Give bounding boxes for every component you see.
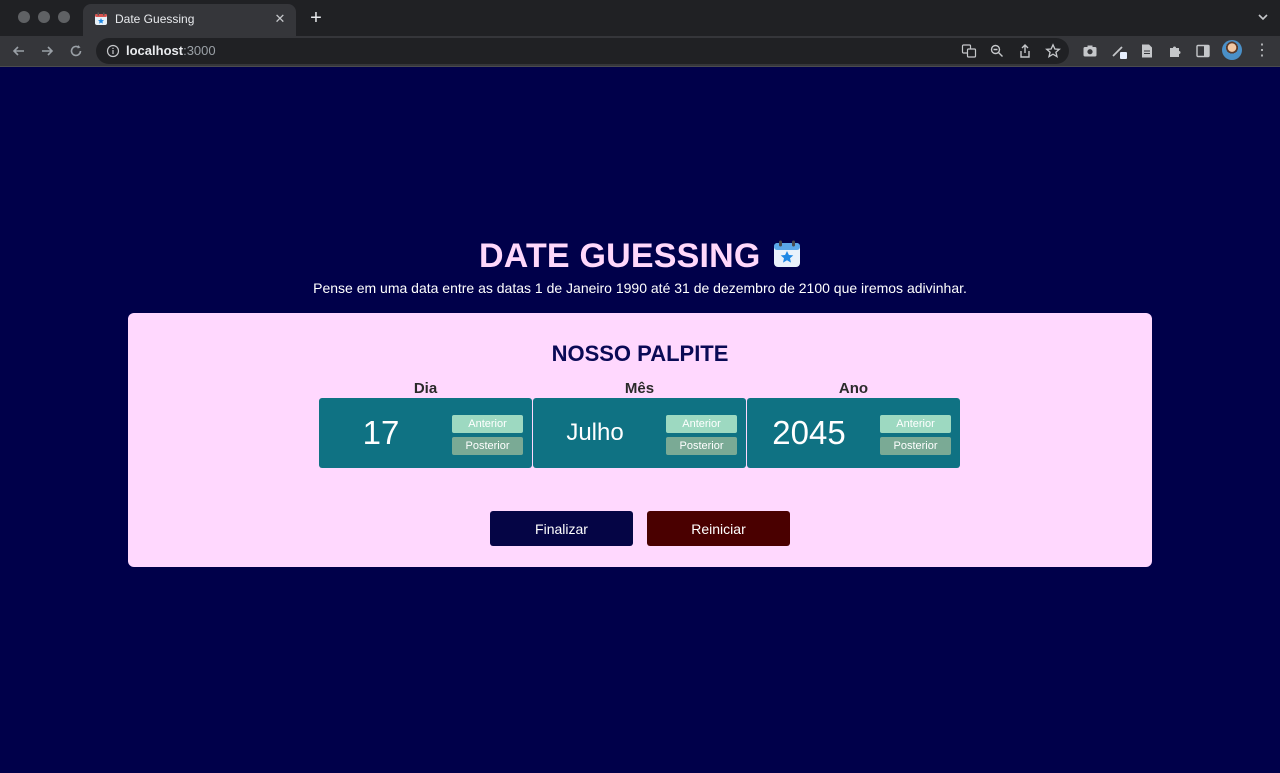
guess-card: NOSSO PALPITE Dia 17 Anterior Posterior … bbox=[128, 313, 1152, 567]
month-previous-button[interactable]: Anterior bbox=[666, 415, 737, 433]
document-icon[interactable] bbox=[1139, 43, 1155, 59]
window-maximize-dot[interactable] bbox=[58, 11, 70, 23]
tab-title: Date Guessing bbox=[115, 12, 195, 26]
month-picker: Julho Anterior Posterior bbox=[533, 398, 746, 468]
year-next-button[interactable]: Posterior bbox=[880, 437, 951, 455]
reset-button[interactable]: Reiniciar bbox=[647, 511, 790, 546]
chevron-down-icon[interactable] bbox=[1256, 10, 1270, 24]
window-close-dot[interactable] bbox=[18, 11, 30, 23]
url-port: :3000 bbox=[183, 43, 216, 58]
forward-arrow-icon[interactable] bbox=[38, 42, 56, 60]
day-next-button[interactable]: Posterior bbox=[452, 437, 523, 455]
kebab-menu-icon[interactable]: ⋮ bbox=[1254, 42, 1270, 60]
calendar-icon bbox=[95, 12, 107, 25]
year-label: Ano bbox=[838, 380, 869, 397]
camera-icon[interactable] bbox=[1082, 43, 1098, 59]
translate-icon[interactable] bbox=[961, 43, 977, 59]
close-icon[interactable]: ✕ bbox=[272, 11, 288, 27]
pen-icon[interactable] bbox=[1111, 43, 1127, 59]
month-value: Julho bbox=[566, 419, 624, 446]
zoom-icon[interactable] bbox=[989, 43, 1005, 59]
page-title: DATE GUESSING bbox=[478, 237, 761, 275]
side-panel-icon[interactable] bbox=[1195, 43, 1211, 59]
month-next-button[interactable]: Posterior bbox=[666, 437, 737, 455]
window-minimize-dot[interactable] bbox=[38, 11, 50, 23]
action-buttons: Finalizar Reiniciar bbox=[128, 511, 1152, 546]
day-value: 17 bbox=[362, 414, 400, 451]
url-host: localhost bbox=[126, 43, 184, 58]
reload-icon[interactable] bbox=[67, 42, 85, 60]
new-tab-icon[interactable]: + bbox=[306, 8, 326, 28]
calendar-icon bbox=[774, 240, 800, 267]
card-title: NOSSO PALPITE bbox=[551, 341, 729, 366]
title-row: DATE GUESSING bbox=[0, 237, 1280, 275]
day-picker: 17 Anterior Posterior bbox=[319, 398, 532, 468]
back-arrow-icon[interactable] bbox=[10, 42, 28, 60]
share-icon[interactable] bbox=[1017, 43, 1033, 59]
info-icon[interactable] bbox=[106, 44, 120, 58]
day-previous-button[interactable]: Anterior bbox=[452, 415, 523, 433]
year-value: 2045 bbox=[772, 414, 846, 451]
day-label: Dia bbox=[413, 380, 438, 397]
page-viewport: DATE GUESSING Pense em uma data entre as… bbox=[0, 67, 1280, 773]
month-label: Mês bbox=[624, 380, 655, 397]
address-bar[interactable]: localhost:3000 bbox=[96, 38, 1069, 64]
browser-tab[interactable]: Date Guessing ✕ bbox=[83, 4, 296, 36]
bookmark-star-icon[interactable] bbox=[1045, 43, 1061, 59]
url-text: localhost:3000 bbox=[126, 44, 216, 58]
year-previous-button[interactable]: Anterior bbox=[880, 415, 951, 433]
finalize-button[interactable]: Finalizar bbox=[490, 511, 633, 546]
profile-avatar[interactable] bbox=[1222, 40, 1242, 60]
browser-toolbar: localhost:3000 ⋮ bbox=[0, 36, 1280, 67]
browser-tabbar: Date Guessing ✕ + bbox=[0, 0, 1280, 36]
year-picker: 2045 Anterior Posterior bbox=[747, 398, 960, 468]
instructions-text: Pense em uma data entre as datas 1 de Ja… bbox=[313, 280, 967, 296]
extensions-puzzle-icon[interactable] bbox=[1167, 43, 1183, 59]
